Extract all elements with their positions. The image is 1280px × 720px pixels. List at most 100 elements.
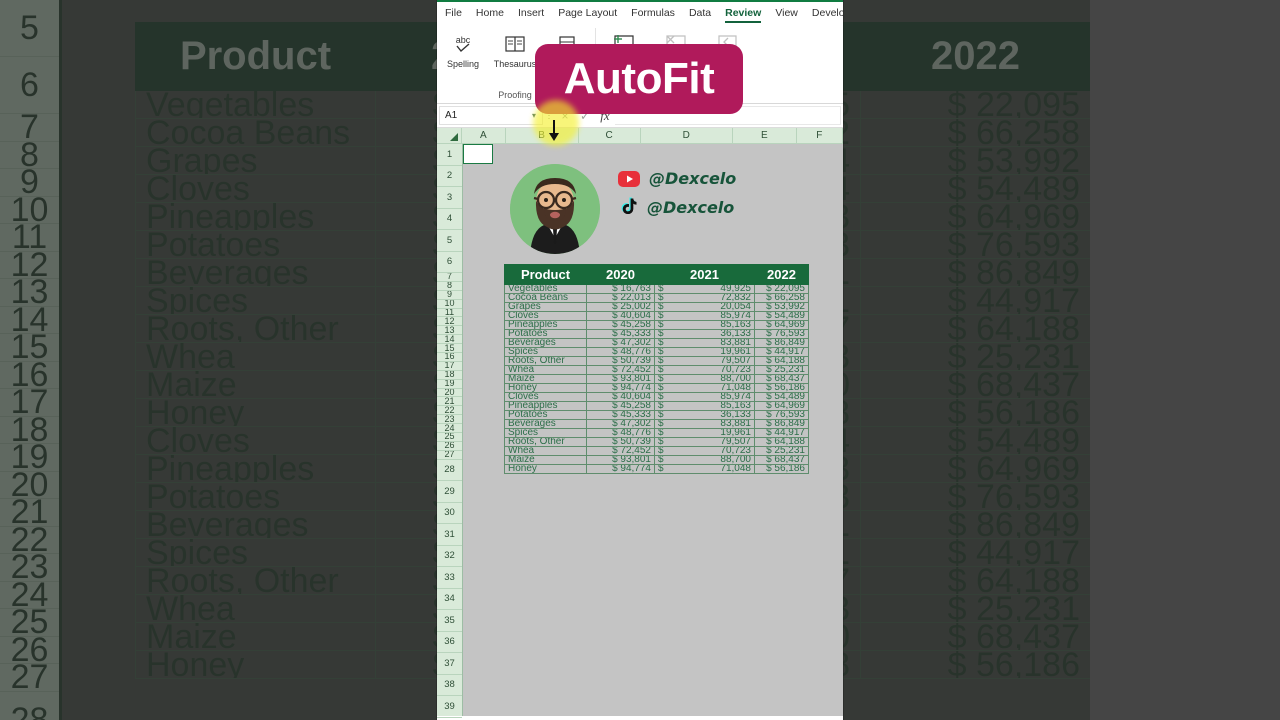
row-header-16[interactable]: 16 — [437, 353, 462, 362]
row-header-25[interactable]: 25 — [437, 433, 462, 442]
currency-symbol: $ — [658, 455, 664, 465]
row-header-30[interactable]: 30 — [437, 503, 462, 525]
ribbon-tab-file[interactable]: File — [445, 7, 462, 19]
cell-product: Beverages — [504, 419, 587, 429]
svg-text:abc: abc — [456, 35, 471, 45]
cell-2020: $ 94,774 — [586, 383, 655, 393]
row-header-9[interactable]: 9 — [437, 291, 462, 300]
product-sales-table: Product 2020 2021 2022 Vegetables $ 16,763 $4… — [504, 264, 809, 474]
ribbon-command-thesaurus[interactable]: Thesaurus — [489, 29, 541, 69]
row-header-2[interactable]: 2 — [437, 166, 462, 187]
row-header-13[interactable]: 13 — [437, 326, 462, 336]
cell-2021: $36,133 — [654, 410, 755, 420]
row-header-24[interactable]: 24 — [437, 424, 462, 434]
row-header-11[interactable]: 11 — [437, 309, 462, 318]
column-header-F[interactable]: F — [796, 128, 843, 144]
row-header-12[interactable]: 12 — [437, 317, 462, 327]
row-header-33[interactable]: 33 — [437, 567, 462, 589]
table-row: Spices $ 48,776 $19,961 $ 44,917 — [504, 347, 809, 357]
cell-product: Cloves — [504, 392, 587, 402]
cell-2022: $ 68,437 — [754, 455, 809, 465]
row-header-27[interactable]: 27 — [437, 451, 462, 460]
row-header-32[interactable]: 32 — [437, 546, 462, 568]
excel-window: File Home Insert Page Layout Formulas Data Rev… — [437, 0, 843, 720]
cell-2021: $20,054 — [654, 302, 755, 312]
cell-product: Roots, Other — [504, 437, 587, 447]
ribbon-tab-data[interactable]: Data — [689, 7, 711, 19]
column-header-E[interactable]: E — [733, 128, 797, 144]
row-header-15[interactable]: 15 — [437, 344, 462, 354]
row-header-28[interactable]: 28 — [437, 460, 462, 482]
row-header-14[interactable]: 14 — [437, 335, 462, 345]
cell-2021-value: 71,048 — [720, 464, 751, 474]
youtube-handle-row[interactable]: @Dexcelo — [618, 169, 736, 188]
abc-check-icon: abc — [452, 29, 474, 59]
row-header-7[interactable]: 7 — [437, 273, 462, 282]
cell-2021: $36,133 — [654, 329, 755, 339]
tiktok-icon — [621, 197, 637, 214]
row-header-21[interactable]: 21 — [437, 397, 462, 407]
column-header-A[interactable]: A — [462, 128, 506, 144]
tiktok-handle-row[interactable]: @Dexcelo — [618, 197, 734, 217]
row-header-6[interactable]: 6 — [437, 252, 462, 273]
row-header-31[interactable]: 31 — [437, 524, 462, 546]
ribbon-command-spelling[interactable]: abc Spelling — [437, 29, 489, 69]
table-row: Pineapples $ 45,258 $85,163 $ 64,969 — [504, 320, 809, 330]
row-header-29[interactable]: 29 — [437, 481, 462, 503]
ribbon-tab-view[interactable]: View — [775, 7, 798, 19]
youtube-icon — [618, 170, 640, 187]
worksheet-grid: 1 2 3 4 5 6 7 8 9 10 11 12 13 14 15 16 17 18 19 20 21 22 23 24 2… — [437, 144, 843, 718]
cell-2021-value: 85,974 — [720, 311, 751, 321]
cell-2020: $ 45,258 — [586, 320, 655, 330]
table-row: Maize $ 93,801 $88,700 $ 68,437 — [504, 455, 809, 465]
cell-2022: $ 86,849 — [754, 419, 809, 429]
row-header-37[interactable]: 37 — [437, 653, 462, 675]
row-header-20[interactable]: 20 — [437, 389, 462, 398]
row-header-1[interactable]: 1 — [437, 144, 462, 166]
cell-2020: $ 45,333 — [586, 410, 655, 420]
currency-symbol: $ — [658, 284, 664, 294]
ribbon-tab-strip[interactable]: File Home Insert Page Layout Formulas Data Rev… — [437, 2, 843, 24]
row-header-38[interactable]: 38 — [437, 675, 462, 697]
row-header-10[interactable]: 10 — [437, 300, 462, 309]
table-row: Spices $ 48,776 $19,961 $ 44,917 — [504, 428, 809, 438]
ribbon-tab-home[interactable]: Home — [476, 7, 504, 19]
row-header-8[interactable]: 8 — [437, 282, 462, 291]
row-header-23[interactable]: 23 — [437, 415, 462, 425]
selected-cell-a1[interactable] — [463, 144, 493, 164]
column-header-C[interactable]: C — [578, 128, 641, 144]
ribbon-tab-page-layout[interactable]: Page Layout — [558, 7, 617, 19]
row-header-5[interactable]: 5 — [437, 230, 462, 252]
row-header-4[interactable]: 4 — [437, 209, 462, 230]
row-header-26[interactable]: 26 — [437, 442, 462, 451]
row-header-3[interactable]: 3 — [437, 187, 462, 209]
ribbon-tab-insert[interactable]: Insert — [518, 7, 544, 19]
cell-2021-value: 36,133 — [720, 410, 751, 420]
row-header-35[interactable]: 35 — [437, 610, 462, 632]
row-header-column[interactable]: 1 2 3 4 5 6 7 8 9 10 11 12 13 14 15 16 17 18 19 20 21 22 23 24 2… — [437, 144, 463, 718]
worksheet-canvas[interactable]: @Dexcelo @Dexcelo Product 2020 2021 2022 Ve… — [463, 144, 843, 716]
select-all-corner[interactable] — [437, 128, 463, 144]
cell-product: Honey — [504, 464, 587, 474]
cell-2021-value: 85,163 — [720, 401, 751, 411]
name-box[interactable]: A1 ▾ — [439, 106, 543, 125]
ribbon-tab-review[interactable]: Review — [725, 7, 762, 23]
currency-symbol: $ — [658, 338, 664, 348]
cell-2021-value: 88,700 — [720, 455, 751, 465]
cell-2021: $70,723 — [654, 365, 755, 375]
cell-2020: $ 16,763 — [586, 284, 655, 294]
column-header-D[interactable]: D — [640, 128, 734, 144]
row-header-19[interactable]: 19 — [437, 380, 462, 389]
row-header-34[interactable]: 34 — [437, 589, 462, 611]
column-header-row: ABCDEF — [437, 128, 843, 144]
ribbon-tab-formulas[interactable]: Formulas — [631, 7, 675, 19]
book-icon — [504, 29, 526, 59]
ribbon-tab-developer[interactable]: Developer — [812, 7, 843, 19]
row-header-36[interactable]: 36 — [437, 632, 462, 654]
row-header-39[interactable]: 39 — [437, 696, 462, 718]
row-header-18[interactable]: 18 — [437, 371, 462, 380]
currency-symbol: $ — [658, 311, 664, 321]
avatar-bearded-man-icon — [510, 164, 600, 254]
row-header-17[interactable]: 17 — [437, 362, 462, 371]
row-header-22[interactable]: 22 — [437, 406, 462, 416]
